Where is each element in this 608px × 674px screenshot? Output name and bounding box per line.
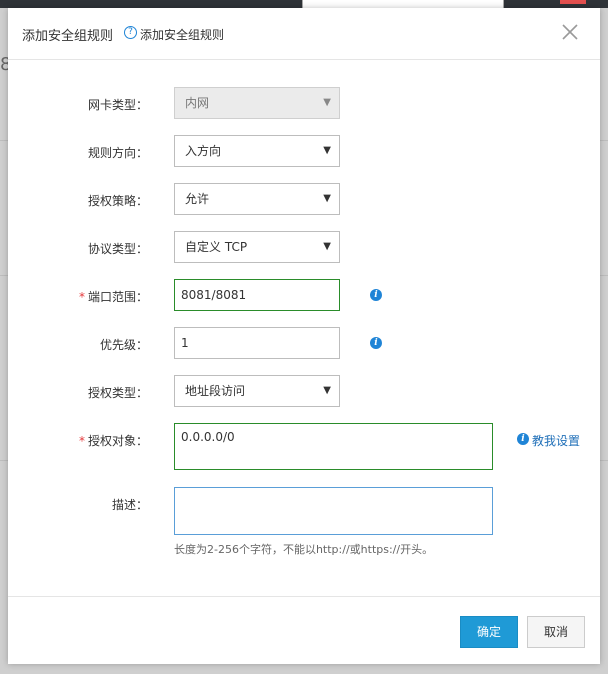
auth-type-value: 地址段访问 bbox=[185, 384, 246, 398]
port-range-input[interactable]: 8081/8081 bbox=[174, 279, 340, 311]
dialog-title: 添加安全组规则 bbox=[22, 29, 114, 44]
info-icon: i bbox=[517, 433, 529, 445]
chevron-down-icon: ▼ bbox=[323, 193, 331, 204]
chevron-down-icon: ▼ bbox=[323, 145, 331, 156]
help-icon[interactable]: ? bbox=[124, 26, 137, 39]
protocol-select[interactable]: 自定义 TCP ▼ bbox=[174, 231, 340, 263]
direction-value: 入方向 bbox=[185, 144, 222, 158]
dialog-footer-divider bbox=[8, 596, 600, 597]
dialog-help-link[interactable]: 添加安全组规则 bbox=[140, 26, 224, 43]
nic-type-select: 内网 ▼ bbox=[174, 87, 340, 119]
add-security-group-rule-dialog: 添加安全组规则 ? 添加安全组规则 网卡类型： 内网 ▼ 规则方向： 入方向 ▼… bbox=[8, 8, 600, 664]
policy-label: 授权策略： bbox=[87, 194, 148, 208]
priority-input[interactable]: 1 bbox=[174, 327, 340, 359]
dialog-header: 添加安全组规则 ? 添加安全组规则 bbox=[8, 8, 600, 60]
description-hint: 长度为2-256个字符，不能以http://或https://开头。 bbox=[174, 543, 434, 556]
chevron-down-icon: ▼ bbox=[323, 97, 331, 108]
nic-type-value: 内网 bbox=[185, 96, 210, 110]
policy-select[interactable]: 允许 ▼ bbox=[174, 183, 340, 215]
direction-label: 规则方向： bbox=[87, 146, 148, 160]
protocol-value: 自定义 TCP bbox=[185, 240, 248, 254]
direction-select[interactable]: 入方向 ▼ bbox=[174, 135, 340, 167]
description-label: 描述： bbox=[111, 498, 148, 512]
description-textarea[interactable] bbox=[174, 487, 493, 535]
auth-type-select[interactable]: 地址段访问 ▼ bbox=[174, 375, 340, 407]
policy-value: 允许 bbox=[185, 192, 210, 206]
port-range-label: * 端口范围： bbox=[78, 290, 148, 304]
priority-label: 优先级： bbox=[99, 338, 148, 352]
info-icon[interactable]: i bbox=[370, 289, 382, 301]
auth-object-label: * 授权对象： bbox=[78, 434, 148, 448]
auth-object-textarea[interactable]: 0.0.0.0/0 bbox=[174, 423, 493, 470]
info-icon[interactable]: i bbox=[370, 337, 382, 349]
auth-type-label: 授权类型： bbox=[87, 386, 148, 400]
nic-type-label: 网卡类型： bbox=[87, 98, 148, 112]
chevron-down-icon: ▼ bbox=[323, 241, 331, 252]
required-marker: * bbox=[78, 434, 85, 448]
cancel-button[interactable]: 取消 bbox=[527, 616, 585, 648]
required-marker: * bbox=[78, 290, 85, 304]
help-setup-link[interactable]: 教我设置 bbox=[532, 432, 580, 449]
protocol-label: 协议类型： bbox=[87, 242, 148, 256]
background-badge bbox=[560, 0, 586, 4]
close-icon[interactable] bbox=[560, 22, 580, 42]
chevron-down-icon: ▼ bbox=[323, 385, 331, 396]
confirm-button[interactable]: 确定 bbox=[460, 616, 518, 648]
